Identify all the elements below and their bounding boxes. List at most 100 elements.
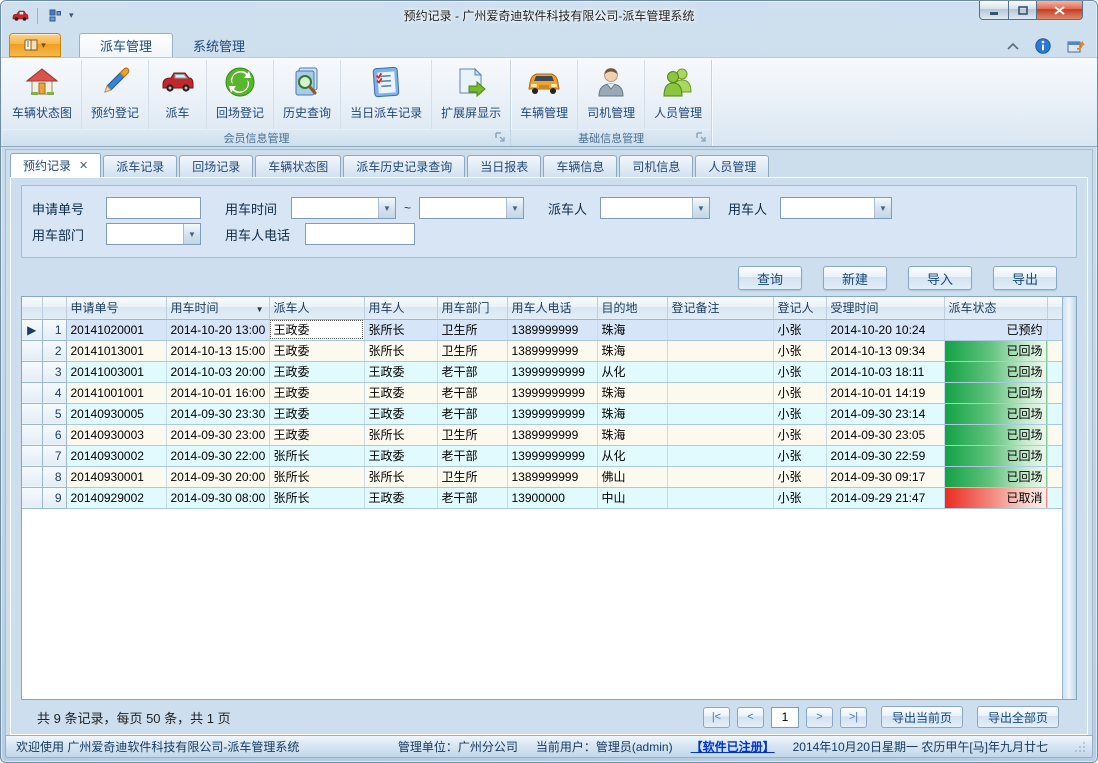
ribbon-tab[interactable]: 派车管理 <box>79 33 173 57</box>
dialog-launcher-icon[interactable] <box>696 132 707 143</box>
cell-use-time[interactable]: 2014-10-01 16:00 <box>166 382 269 403</box>
minimize-button[interactable] <box>979 1 1009 20</box>
cell-order-no[interactable]: 20141020001 <box>66 319 166 340</box>
cell-registrar[interactable]: 小张 <box>773 361 826 382</box>
cell-phone[interactable]: 1389999999 <box>507 319 597 340</box>
cell-accept-time[interactable]: 2014-10-20 10:24 <box>826 319 944 340</box>
export-current-page-button[interactable]: 导出当前页 <box>881 706 963 728</box>
cell-destination[interactable]: 珠海 <box>597 340 667 361</box>
export-button[interactable]: 导出 <box>993 266 1057 290</box>
dispatcher-combo[interactable]: ▼ <box>600 197 710 219</box>
table-row[interactable]: 2 20141013001 2014-10-13 15:00 王政委 张所长 卫… <box>22 340 1076 361</box>
col-remark[interactable]: 登记备注 <box>667 297 773 319</box>
cell-phone[interactable]: 13999999999 <box>507 445 597 466</box>
cell-dispatcher[interactable]: 张所长 <box>269 445 364 466</box>
cell-dispatch-status[interactable]: 已回场 <box>944 382 1047 403</box>
cell-order-no[interactable]: 20141001001 <box>66 382 166 403</box>
cell-phone[interactable]: 13900000 <box>507 487 597 508</box>
cell-dispatcher[interactable]: 王政委 <box>269 382 364 403</box>
cell-car-user[interactable]: 张所长 <box>364 319 437 340</box>
cell-car-user[interactable]: 张所长 <box>364 424 437 445</box>
col-destination[interactable]: 目的地 <box>597 297 667 319</box>
cell-remark[interactable] <box>667 466 773 487</box>
cell-dispatcher[interactable]: 张所长 <box>269 487 364 508</box>
cell-destination[interactable]: 珠海 <box>597 403 667 424</box>
chevron-down-icon[interactable]: ▼ <box>183 224 200 244</box>
cell-phone[interactable]: 13999999999 <box>507 361 597 382</box>
reservation-register-button[interactable]: 预约登记 <box>82 60 149 129</box>
cell-registrar[interactable]: 小张 <box>773 403 826 424</box>
col-phone[interactable]: 用车人电话 <box>507 297 597 319</box>
first-page-button[interactable]: |< <box>703 707 730 728</box>
cell-registrar[interactable]: 小张 <box>773 487 826 508</box>
cell-destination[interactable]: 从化 <box>597 445 667 466</box>
col-status[interactable]: 派车状态 <box>944 297 1047 319</box>
cell-remark[interactable] <box>667 319 773 340</box>
cell-dispatch-status[interactable]: 已取消 <box>944 487 1047 508</box>
import-button[interactable]: 导入 <box>908 266 972 290</box>
cell-dispatch-status[interactable]: 已回场 <box>944 445 1047 466</box>
dispatch-button[interactable]: 派车 <box>149 60 207 129</box>
cell-dept[interactable]: 老干部 <box>437 403 507 424</box>
cell-accept-time[interactable]: 2014-09-30 09:17 <box>826 466 944 487</box>
cell-use-time[interactable]: 2014-09-30 20:00 <box>166 466 269 487</box>
cell-car-user[interactable]: 王政委 <box>364 382 437 403</box>
cell-destination[interactable]: 珠海 <box>597 424 667 445</box>
cell-dept[interactable]: 卫生所 <box>437 424 507 445</box>
resize-grip[interactable] <box>1074 741 1086 753</box>
cell-car-user[interactable]: 王政委 <box>364 403 437 424</box>
prev-page-button[interactable]: < <box>737 707 764 728</box>
close-button[interactable] <box>1037 1 1083 20</box>
vehicle-manage-button[interactable]: 车辆管理 <box>511 60 578 129</box>
col-car-user[interactable]: 用车人 <box>364 297 437 319</box>
query-button[interactable]: 查询 <box>738 266 802 290</box>
cell-use-time[interactable]: 2014-09-30 08:00 <box>166 487 269 508</box>
cell-registrar[interactable]: 小张 <box>773 445 826 466</box>
cell-dispatch-status[interactable]: 已回场 <box>944 424 1047 445</box>
cell-destination[interactable]: 珠海 <box>597 319 667 340</box>
document-tab[interactable]: 当日报表 ✕ <box>467 155 541 177</box>
cell-dept[interactable]: 卫生所 <box>437 340 507 361</box>
cell-accept-time[interactable]: 2014-10-13 09:34 <box>826 340 944 361</box>
document-tab[interactable]: 司机信息 ✕ <box>619 155 693 177</box>
cell-dept[interactable]: 老干部 <box>437 382 507 403</box>
document-tab[interactable]: 车辆状态图 ✕ <box>255 155 341 177</box>
document-tab[interactable]: 预约记录 ✕ <box>10 153 101 177</box>
today-dispatch-records-button[interactable]: 当日派车记录 <box>341 60 432 129</box>
cell-use-time[interactable]: 2014-09-30 22:00 <box>166 445 269 466</box>
cell-order-no[interactable]: 20140930005 <box>66 403 166 424</box>
cell-dept[interactable]: 老干部 <box>437 445 507 466</box>
maximize-button[interactable] <box>1009 1 1037 20</box>
cell-remark[interactable] <box>667 340 773 361</box>
switch-window-icon[interactable] <box>1067 39 1085 54</box>
cell-dept[interactable]: 卫生所 <box>437 466 507 487</box>
driver-manage-button[interactable]: 司机管理 <box>578 60 645 129</box>
col-order-no[interactable]: 申请单号 <box>66 297 166 319</box>
cell-remark[interactable] <box>667 403 773 424</box>
cell-destination[interactable]: 从化 <box>597 361 667 382</box>
use-time-from-combo[interactable]: ▼ <box>291 197 396 219</box>
cell-phone[interactable]: 1389999999 <box>507 340 597 361</box>
cell-car-user[interactable]: 王政委 <box>364 487 437 508</box>
cell-phone[interactable]: 13999999999 <box>507 382 597 403</box>
document-tab[interactable]: 人员管理 ✕ <box>695 155 769 177</box>
export-all-pages-button[interactable]: 导出全部页 <box>977 706 1059 728</box>
info-icon[interactable] <box>1035 38 1051 54</box>
cell-dispatcher[interactable]: 王政委 <box>269 424 364 445</box>
cell-car-user[interactable]: 王政委 <box>364 361 437 382</box>
cell-phone[interactable]: 1389999999 <box>507 424 597 445</box>
cell-phone[interactable]: 1389999999 <box>507 466 597 487</box>
table-row[interactable]: 5 20140930005 2014-09-30 23:30 王政委 王政委 老… <box>22 403 1076 424</box>
use-dept-combo[interactable]: ▼ <box>106 223 201 245</box>
license-registered-link[interactable]: 【软件已注册】 <box>691 738 775 755</box>
order-no-input[interactable] <box>106 197 201 219</box>
cell-registrar[interactable]: 小张 <box>773 466 826 487</box>
chevron-down-icon[interactable]: ▼ <box>378 198 395 218</box>
cell-dispatch-status[interactable]: 已回场 <box>944 340 1047 361</box>
chevron-down-icon[interactable]: ▼ <box>506 198 523 218</box>
cell-remark[interactable] <box>667 361 773 382</box>
cell-use-time[interactable]: 2014-10-13 15:00 <box>166 340 269 361</box>
cell-dept[interactable]: 老干部 <box>437 361 507 382</box>
table-row[interactable]: 7 20140930002 2014-09-30 22:00 张所长 王政委 老… <box>22 445 1076 466</box>
user-phone-input[interactable] <box>305 223 415 245</box>
